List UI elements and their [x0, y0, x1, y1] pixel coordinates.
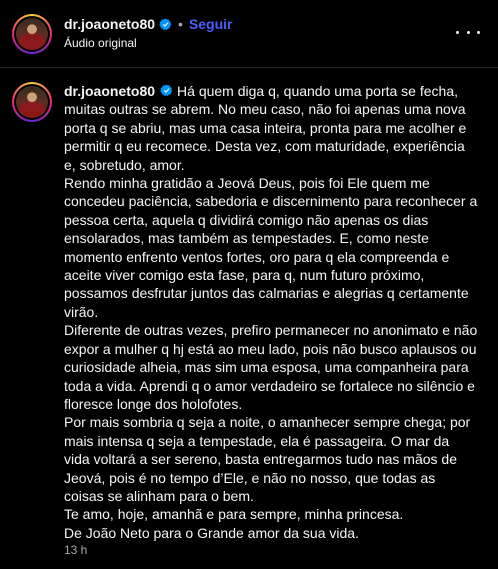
- caption-username[interactable]: dr.joaoneto80: [64, 83, 155, 99]
- avatar-photo: [16, 18, 48, 50]
- more-dot: [477, 30, 480, 34]
- more-options-icon[interactable]: [456, 24, 480, 40]
- post-timestamp[interactable]: 13 h: [64, 543, 87, 557]
- caption-avatar[interactable]: [12, 82, 52, 122]
- avatar-photo: [16, 86, 48, 118]
- separator-dot: •: [178, 16, 183, 32]
- caption-text: dr.joaoneto80 Há quem diga q, quando uma …: [64, 82, 478, 542]
- caption-paragraph: Rendo minha gratidão a Jeová Deus, pois …: [64, 175, 478, 320]
- caption-paragraph: Por mais sombria q seja a noite, o amanh…: [64, 414, 471, 504]
- avatar-ring: [14, 84, 50, 120]
- post-detail: dr.joaoneto80 • Seguir Áudio original dr: [0, 0, 498, 569]
- header-username[interactable]: dr.joaoneto80: [64, 16, 155, 32]
- header-text: dr.joaoneto80 • Seguir Áudio original: [64, 14, 233, 50]
- original-audio-link[interactable]: Áudio original: [64, 36, 233, 50]
- avatar-ring: [14, 16, 50, 52]
- caption-paragraph: dr.joaoneto80 Há quem diga q, quando uma …: [64, 82, 478, 174]
- more-dot: [456, 30, 459, 34]
- verified-badge-icon: [159, 17, 172, 30]
- avatar[interactable]: [12, 14, 52, 54]
- post-header: dr.joaoneto80 • Seguir Áudio original: [12, 12, 488, 56]
- username-row: dr.joaoneto80 • Seguir: [64, 14, 233, 34]
- more-dot: [466, 30, 470, 34]
- header-divider: [0, 67, 498, 68]
- caption-paragraph: De João Neto para o Grande amor da sua v…: [64, 524, 359, 541]
- caption-paragraph: Te amo, hoje, amanhã e para sempre, minh…: [64, 506, 404, 523]
- follow-button[interactable]: Seguir: [189, 16, 233, 32]
- caption-paragraph: Diferente de outras vezes, prefiro perma…: [64, 322, 478, 412]
- verified-badge-icon: [160, 84, 173, 97]
